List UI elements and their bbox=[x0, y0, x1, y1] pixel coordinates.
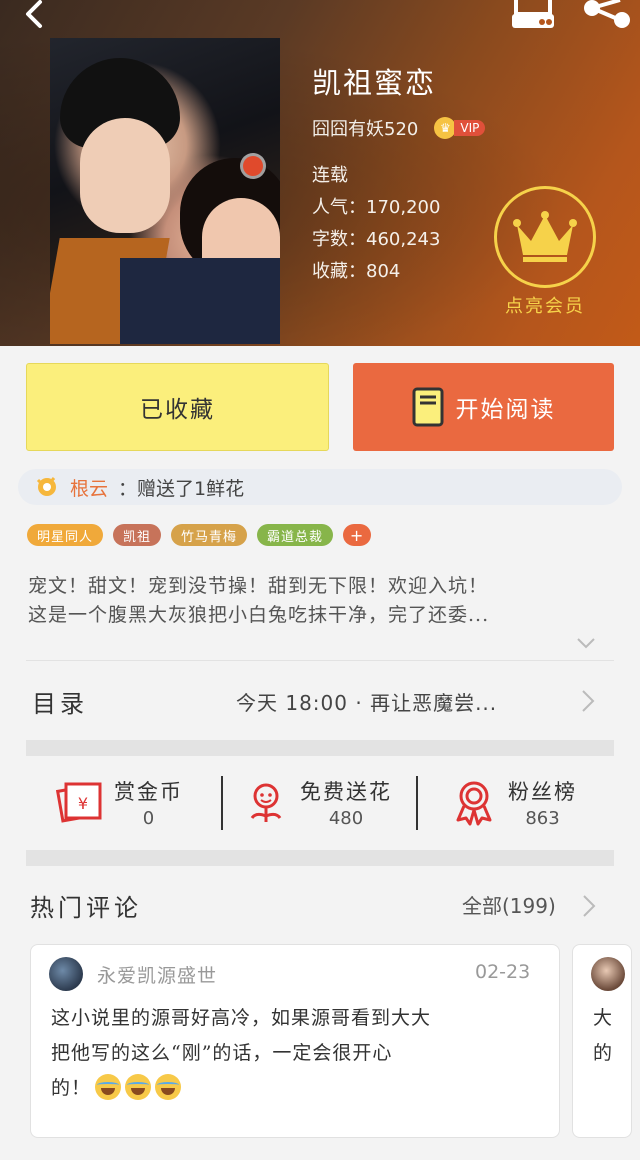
avatar[interactable] bbox=[591, 957, 625, 991]
section-separator bbox=[26, 850, 614, 866]
description-line-2: 这是一个腹黑大灰狼把小白兔吃抹干净，完了还委... bbox=[28, 604, 490, 626]
gift-ticker[interactable]: 根云 ：赠送了1鲜花 bbox=[18, 469, 622, 505]
comment-card[interactable]: 永爱凯源盛世 02-23 这小说里的源哥好高冷，如果源哥看到大大 把他写的这么“… bbox=[30, 944, 560, 1138]
latest-chapter[interactable]: 今天 18:00 · 再让恶魔尝... bbox=[236, 687, 556, 716]
book-header: 凯祖蜜恋 囧囧有妖520 ♛ VIP 连载 人气：170,200 字数：460,… bbox=[0, 0, 640, 346]
crown-icon bbox=[513, 211, 577, 262]
free-flowers-value: 480 bbox=[328, 807, 364, 829]
fan-ranking-stat[interactable]: 粉丝榜 863 bbox=[450, 772, 577, 832]
book-cover-image[interactable] bbox=[50, 38, 280, 344]
laughing-emoji-icon bbox=[125, 1074, 152, 1100]
start-reading-button[interactable]: 开始阅读 bbox=[353, 363, 614, 451]
flower-icon bbox=[250, 783, 282, 822]
add-tag-button[interactable]: + bbox=[343, 524, 372, 546]
divider bbox=[26, 660, 614, 661]
chevron-down-icon[interactable] bbox=[576, 636, 596, 650]
reward-coins-label: 赏金币 bbox=[114, 779, 183, 804]
medal-icon bbox=[456, 781, 492, 826]
chevron-right-icon[interactable] bbox=[582, 894, 596, 918]
comment-text: 这小说里的源哥好高冷，如果源哥看到大大 把他写的这么“刚”的话，一定会很开心 的… bbox=[51, 1007, 432, 1100]
tag-1[interactable]: 凯祖 bbox=[113, 524, 162, 546]
tag-2[interactable]: 竹马青梅 bbox=[171, 524, 248, 546]
favorites-count: 收藏：804 bbox=[312, 261, 401, 282]
hot-comments-title: 热门评论 bbox=[30, 894, 142, 922]
reward-coins-stat[interactable]: ¥ 赏金币 0 bbox=[56, 772, 183, 832]
popularity: 人气：170,200 bbox=[312, 197, 441, 218]
stat-divider bbox=[416, 776, 418, 830]
reward-coins-value: 0 bbox=[142, 807, 155, 829]
catalog-label[interactable]: 目录 bbox=[32, 684, 88, 719]
free-flowers-label: 免费送花 bbox=[300, 779, 392, 804]
collected-button[interactable]: 已收藏 bbox=[26, 363, 329, 451]
svg-text:¥: ¥ bbox=[78, 794, 88, 813]
chevron-right-icon[interactable] bbox=[580, 688, 596, 714]
comment-date: 02-23 bbox=[475, 961, 531, 983]
red-envelope-icon: ¥ bbox=[56, 782, 102, 823]
comment-user[interactable]: 永爱凯源盛世 bbox=[97, 961, 217, 988]
download-icon[interactable] bbox=[508, 0, 558, 32]
stat-divider bbox=[221, 776, 223, 830]
free-flowers-stat[interactable]: 免费送花 480 bbox=[242, 772, 392, 832]
share-icon[interactable] bbox=[582, 0, 632, 32]
author-name[interactable]: 囧囧有妖520 bbox=[312, 115, 418, 141]
book-info: 凯祖蜜恋 囧囧有妖520 ♛ VIP 连载 人气：170,200 字数：460,… bbox=[312, 60, 486, 282]
member-label: 点亮会员 bbox=[505, 296, 585, 317]
tag-list: 明星同人 凯祖 竹马青梅 霸道总裁 + bbox=[27, 524, 372, 546]
book-stats: 连载 人气：170,200 字数：460,243 收藏：804 bbox=[312, 160, 440, 288]
vip-badge: ♛ VIP bbox=[434, 117, 486, 139]
back-arrow-icon[interactable] bbox=[18, 0, 50, 32]
flower-bouquet-icon bbox=[36, 477, 56, 496]
avatar[interactable] bbox=[49, 957, 83, 991]
laughing-emoji-icon bbox=[155, 1074, 182, 1100]
description-line-1: 宠文！甜文！宠到没节操！甜到无下限！欢迎入坑！ bbox=[28, 575, 489, 597]
book-icon bbox=[412, 387, 443, 427]
book-title: 凯祖蜜恋 bbox=[312, 66, 437, 100]
laughing-emoji-icon bbox=[95, 1074, 122, 1100]
word-count: 字数：460,243 bbox=[312, 229, 441, 250]
author-row[interactable]: 囧囧有妖520 ♛ VIP bbox=[312, 115, 486, 141]
section-separator bbox=[26, 740, 614, 756]
all-comments-link[interactable]: 全部(199) bbox=[462, 890, 556, 919]
comment-card[interactable]: 大 的 bbox=[572, 944, 632, 1138]
crown-icon: ♛ bbox=[434, 117, 457, 139]
ticker-message: ：赠送了1鲜花 bbox=[118, 477, 245, 500]
member-crown-circle[interactable] bbox=[494, 186, 596, 288]
tag-3[interactable]: 霸道总裁 bbox=[257, 524, 334, 546]
fan-ranking-label: 粉丝榜 bbox=[508, 779, 577, 804]
tag-0[interactable]: 明星同人 bbox=[27, 524, 104, 546]
book-description[interactable]: 宠文！甜文！宠到没节操！甜到无下限！欢迎入坑！ 这是一个腹黑大灰狼把小白兔吃抹干… bbox=[28, 572, 608, 630]
member-button[interactable]: 点亮会员 bbox=[494, 186, 596, 318]
comment-text: 大 的 bbox=[593, 1007, 613, 1064]
fan-ranking-value: 863 bbox=[525, 807, 560, 829]
book-status: 连载 bbox=[312, 165, 348, 186]
ticker-user[interactable]: 根云 bbox=[70, 474, 108, 501]
